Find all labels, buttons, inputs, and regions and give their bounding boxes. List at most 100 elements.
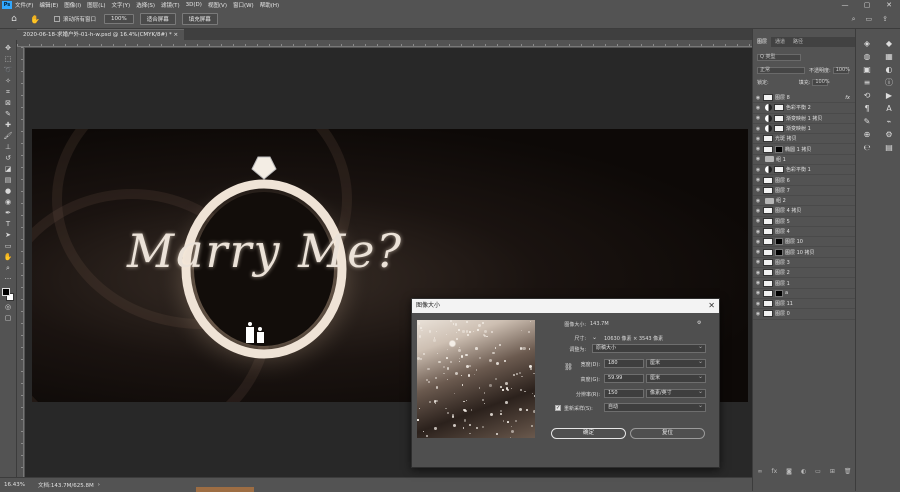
height-unit-select[interactable]: 厘米 [646,374,706,383]
horizontal-ruler[interactable] [17,40,752,47]
layer-effects-icon[interactable]: fx [845,95,850,101]
visibility-eye-icon[interactable]: ◉ [753,229,763,235]
layer-row[interactable]: ◉图层 10 [753,237,856,247]
menu-type[interactable]: 文字(Y) [112,1,131,9]
pen-tool-icon[interactable]: ✒ [2,208,14,219]
layer-row[interactable]: ◉图层 0 [753,309,856,319]
libraries-icon[interactable]: ▣ [856,65,878,74]
menu-window[interactable]: 窗口(W) [233,1,254,9]
visibility-eye-icon[interactable]: ◉ [753,136,763,142]
status-arrow-icon[interactable]: › [98,482,100,488]
document-tab[interactable]: 2020-06-18-求婚户外-01-h-w.psd @ 16.4%(CMYK/… [17,29,184,40]
foreground-color-swatch[interactable] [2,288,10,296]
close-tab-icon[interactable]: × [174,32,179,38]
layer-mask-thumbnail[interactable] [775,238,783,245]
visibility-eye-icon[interactable]: ◉ [753,95,763,101]
fill-screen-button[interactable]: 填充屏幕 [182,13,218,25]
layer-comps-icon[interactable]: ◈ [856,39,878,48]
maximize-button[interactable]: ▢ [856,0,878,10]
dialog-close-icon[interactable]: ✕ [708,299,715,313]
visibility-eye-icon[interactable]: ◉ [753,259,763,265]
tab-paths[interactable]: 路径 [789,37,807,47]
visibility-eye-icon[interactable]: ◉ [753,270,763,276]
layer-row[interactable]: ◉图层 5 [753,217,856,227]
notes-icon[interactable]: ▤ [878,143,900,152]
layer-row[interactable]: ◉图层 10 拷贝 [753,248,856,258]
visibility-eye-icon[interactable]: ◉ [753,105,763,111]
layer-filter-select[interactable]: Q 类型 [757,54,801,61]
hand-tool-icon[interactable]: ✋ [30,15,44,24]
fill-field[interactable]: 100% [812,79,828,86]
layer-row[interactable]: ◉图层 2 [753,268,856,278]
menu-filter[interactable]: 滤镜(T) [161,1,180,9]
layer-row[interactable]: ◉图层 4 [753,227,856,237]
menu-image[interactable]: 图像(I) [64,1,81,9]
visibility-eye-icon[interactable]: ◉ [753,146,763,152]
new-layer-icon[interactable]: ⊞ [830,468,835,475]
resample-select[interactable]: 自动 [604,403,706,412]
status-zoom[interactable]: 16.43% [0,482,30,488]
clone-source-icon[interactable]: ⊕ [856,130,878,139]
layer-row[interactable]: ◉图层 4 拷贝 [753,206,856,216]
move-tool-icon[interactable]: ✥ [2,43,14,54]
resample-checkbox[interactable]: ✓ [555,405,561,411]
healing-brush-tool-icon[interactable]: ✚ [2,120,14,131]
layer-row[interactable]: ◉图层 7 [753,186,856,196]
visibility-eye-icon[interactable]: ◉ [753,311,763,317]
zoom-100-button[interactable]: 100% [104,14,134,24]
ok-button[interactable]: 确定 [551,428,626,439]
visibility-eye-icon[interactable]: ◉ [753,301,763,307]
visibility-eye-icon[interactable]: ◉ [753,115,763,121]
layer-row[interactable]: ◉椭圆 1 拷贝 [753,145,856,155]
menu-help[interactable]: 帮助(H) [260,1,279,9]
visibility-eye-icon[interactable]: ◉ [753,156,763,162]
settings-gear-icon[interactable]: ⚙ [697,320,701,326]
clone-stamp-tool-icon[interactable]: ⊥ [2,142,14,153]
glyphs-icon[interactable]: ℮ [856,143,878,152]
zoom-tool-icon[interactable]: ⌕ [2,263,14,274]
layer-row[interactable]: ◉组 2 [753,196,856,206]
visibility-eye-icon[interactable]: ◉ [753,218,763,224]
rectangle-tool-icon[interactable]: ▭ [2,241,14,252]
history-icon[interactable]: ⟲ [856,91,878,100]
visibility-eye-icon[interactable]: ◉ [753,187,763,193]
eraser-tool-icon[interactable]: ◪ [2,164,14,175]
menu-select[interactable]: 选择(S) [136,1,155,9]
frame-tool-icon[interactable]: ⊠ [2,98,14,109]
blur-tool-icon[interactable]: ● [2,186,14,197]
path-selection-tool-icon[interactable]: ➤ [2,230,14,241]
more-tools-icon[interactable]: ··· [2,274,14,285]
layer-mask-thumbnail[interactable] [774,104,784,111]
layer-mask-thumbnail[interactable] [775,290,783,297]
visibility-eye-icon[interactable]: ◉ [753,126,763,132]
blend-mode-select[interactable]: 正常 [757,67,805,74]
tool-presets-icon[interactable]: ⚙ [878,130,900,139]
scroll-all-windows-checkbox[interactable] [54,16,60,22]
type-tool-icon[interactable]: T [2,219,14,230]
menu-file[interactable]: 文件(F) [15,1,33,9]
resolution-input[interactable]: 150 [604,389,644,398]
screen-mode-icon[interactable]: ▢ [2,313,14,324]
width-unit-select[interactable]: 厘米 [646,359,706,368]
resolution-unit-select[interactable]: 像素/英寸 [646,389,706,398]
adjustments-icon[interactable]: ◐ [878,65,900,74]
color-icon[interactable]: ◍ [856,52,878,61]
dodge-tool-icon[interactable]: ◉ [2,197,14,208]
menu-3d[interactable]: 3D(D) [186,2,202,8]
visibility-eye-icon[interactable]: ◉ [753,290,763,296]
layer-row[interactable]: ◉组 1 [753,155,856,165]
search-icon[interactable]: ⌕ [852,15,856,24]
color-swatches[interactable] [2,288,14,302]
info-icon[interactable]: ⓘ [878,77,900,88]
visibility-eye-icon[interactable]: ◉ [753,280,763,286]
status-doc-info[interactable]: 文档:143.7M/625.8M [38,481,94,489]
dimensions-dropdown-icon[interactable]: ⌄ [592,334,597,341]
marquee-tool-icon[interactable]: ⬚ [2,54,14,65]
image-preview[interactable] [417,320,535,438]
layer-mask-thumbnail[interactable] [774,125,784,132]
visibility-eye-icon[interactable]: ◉ [753,167,763,173]
crop-tool-icon[interactable]: ⌗ [2,87,14,98]
new-group-icon[interactable]: ▭ [815,468,821,475]
layer-style-icon[interactable]: fx [771,468,777,475]
minimize-button[interactable]: — [834,0,856,10]
